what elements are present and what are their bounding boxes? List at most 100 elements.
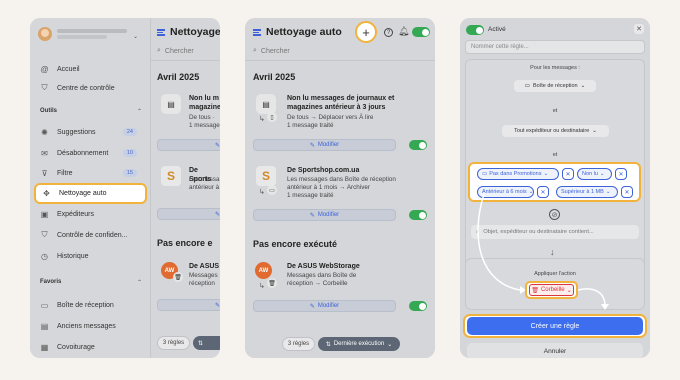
rule-desc: Les messa xyxy=(189,176,220,183)
account-switcher[interactable] xyxy=(38,27,127,41)
month-heading: Avril 2025 xyxy=(253,72,296,82)
chevron-down-icon: ⌄ xyxy=(387,341,393,348)
sidebar-item-anciens-messages[interactable]: ▤ Anciens messages xyxy=(40,319,116,333)
rule-count-pill: 3 règles xyxy=(282,337,315,351)
search-icon: ⌕ xyxy=(157,47,161,54)
shield-icon: ⛉ xyxy=(41,83,48,92)
modify-button[interactable]: ✎ Modifier xyxy=(253,300,396,312)
edit-icon: ✎ xyxy=(309,212,315,219)
rule-count-pill: 3 règles xyxy=(157,336,190,350)
sidebar: ⌄ @ Accueil ⛉ Centre de contrôle Outils … xyxy=(30,18,151,358)
panel-rules-list: Nettoyage auto + ? 🔔︎ ⌕ Chercher Avril 2… xyxy=(245,18,435,358)
search-input[interactable]: ⌕ Chercher xyxy=(253,47,290,55)
rule-title: De ASUS xyxy=(189,263,220,270)
rule-status: 1 message xyxy=(189,122,220,129)
help-icon[interactable]: ? xyxy=(384,28,393,37)
rule-toggle[interactable] xyxy=(409,210,427,220)
rule-toggle[interactable] xyxy=(409,140,427,150)
rule-desc: antérieur à xyxy=(189,184,220,191)
move-arrow-icon: ↳ xyxy=(259,189,265,196)
rule-desc: antérieur à 1 mois → Archiver xyxy=(287,184,370,191)
collapse-favoris-icon[interactable]: ⌃ xyxy=(137,279,142,286)
sportshop-logo: S xyxy=(256,166,276,186)
sidebar-item-expediteurs[interactable]: ▣ Expéditeurs xyxy=(40,207,94,221)
rule-status: 1 message traité xyxy=(287,122,334,129)
sort-icon: ⇅ xyxy=(198,340,204,347)
chevron-down-icon: ⌄ xyxy=(566,287,572,294)
rule-toggle[interactable] xyxy=(409,301,427,311)
edit-icon: ✎ xyxy=(214,211,220,218)
search-icon: ⌕ xyxy=(253,47,257,54)
car-icon: ▦ xyxy=(40,342,49,352)
senders-icon: ▣ xyxy=(40,209,49,219)
sort-button[interactable]: ⇅ xyxy=(193,336,220,350)
bell-icon[interactable]: 🔔︎ xyxy=(398,26,409,37)
rule-title: De ASUS WebStorage xyxy=(287,263,360,270)
sort-icon: ⇅ xyxy=(325,341,331,348)
page-title: Nettoyage xyxy=(157,26,220,38)
sort-button[interactable]: ⇅ Dernière exécution ⌄ xyxy=(318,337,400,351)
sidebar-item-historique[interactable]: ◷ Historique xyxy=(40,249,89,263)
account-name-redacted xyxy=(57,29,127,33)
action-select[interactable]: 🗑︎ Corbeille ⌄ xyxy=(529,284,574,296)
cancel-button[interactable]: Annuler xyxy=(467,343,643,358)
modify-button[interactable]: ✎ xyxy=(157,139,220,151)
master-toggle[interactable] xyxy=(412,27,430,37)
rule-status: 1 message traité xyxy=(287,192,334,199)
chevron-down-icon[interactable]: ⌄ xyxy=(133,33,138,40)
unsubscribe-icon: ✉ xyxy=(41,148,48,158)
read-later-icon: ▯ xyxy=(267,112,277,122)
rule-desc: réception → Corbeille xyxy=(287,280,348,287)
sportshop-logo: S xyxy=(161,166,181,186)
sidebar-item-controle-confidentialite[interactable]: ⛉ Contrôle de confiden... xyxy=(40,228,128,242)
sidebar-item-desabonnement[interactable]: ✉ Désabonnement 10 xyxy=(40,146,145,160)
menu-icon[interactable] xyxy=(157,28,165,36)
modify-button[interactable]: ✎ Modifier xyxy=(253,209,396,221)
rule-desc: Messages xyxy=(189,272,218,279)
move-arrow-icon: ↳ xyxy=(259,283,265,290)
edit-icon: ✎ xyxy=(309,303,315,310)
at-icon: @ xyxy=(40,64,49,74)
count-badge: 10 xyxy=(122,149,137,157)
create-rule-button[interactable]: Créer une règle xyxy=(467,317,643,335)
menu-icon[interactable] xyxy=(253,28,261,36)
newspaper-icon: ▤ xyxy=(161,94,181,114)
rule-desc: De tous · xyxy=(189,114,215,121)
search-input[interactable]: ⌕ Chercher xyxy=(157,47,194,55)
rule-title: De Sportshop.com.ua xyxy=(287,167,360,174)
plus-icon: + xyxy=(362,24,370,40)
sidebar-item-centre-de-controle[interactable]: ⛉ Centre de contrôle xyxy=(40,81,115,95)
modify-button[interactable]: ✎ Modifier xyxy=(253,139,396,151)
section-favoris: Favoris xyxy=(40,279,62,285)
rule-desc: De tous → Déplacer vers À lire xyxy=(287,114,374,121)
sidebar-item-filtre[interactable]: ⊽ Filtre 15 xyxy=(40,166,145,180)
account-email-redacted xyxy=(57,35,107,39)
rule-desc: Messages dans Boîte de xyxy=(287,272,357,279)
rule-editor: Activé ✕ Nommer cette règle... Pour les … xyxy=(460,18,650,358)
trash-icon: 🗑 xyxy=(267,278,277,288)
collapse-outils-icon[interactable]: ⌃ xyxy=(137,108,142,115)
sidebar-item-boite-reception[interactable]: ▭ Boîte de réception xyxy=(40,298,114,312)
rule-title: Non lu m magazines xyxy=(189,95,220,111)
edit-icon: ✎ xyxy=(214,142,220,149)
sidebar-item-suggestions[interactable]: ✺ Suggestions 24 xyxy=(40,125,145,139)
edit-icon: ✎ xyxy=(214,302,220,309)
sidebar-item-nettoyage-auto[interactable]: ✥ Nettoyage auto xyxy=(34,183,147,204)
rule-desc: réception xyxy=(189,280,215,287)
add-rule-button[interactable]: + xyxy=(355,21,377,43)
content-area: Nettoyage auto + ? 🔔︎ ⌕ Chercher Avril 2… xyxy=(245,18,435,358)
modify-button[interactable]: ✎ xyxy=(157,208,220,220)
content-area: Nettoyage ⌕ Chercher Avril 2025 ▤ Non lu… xyxy=(151,18,220,358)
section-heading: Pas encore exécuté xyxy=(253,239,338,249)
sender-avatar: AW xyxy=(255,262,272,279)
lightbulb-icon: ✺ xyxy=(41,127,48,137)
sidebar-item-covoiturage[interactable]: ▦ Covoiturage xyxy=(40,340,95,354)
rule-desc: Les messages dans Boîte de réception xyxy=(287,176,396,183)
inbox-icon: ▭ xyxy=(40,300,49,310)
modify-button[interactable]: ✎ xyxy=(157,299,220,311)
rule-title: Non lu messages de journaux et magazines… xyxy=(287,95,395,111)
avatar xyxy=(38,27,52,41)
month-heading: Avril 2025 xyxy=(157,72,200,82)
sidebar-item-accueil[interactable]: @ Accueil xyxy=(40,62,79,76)
flow-arrows xyxy=(477,193,609,310)
